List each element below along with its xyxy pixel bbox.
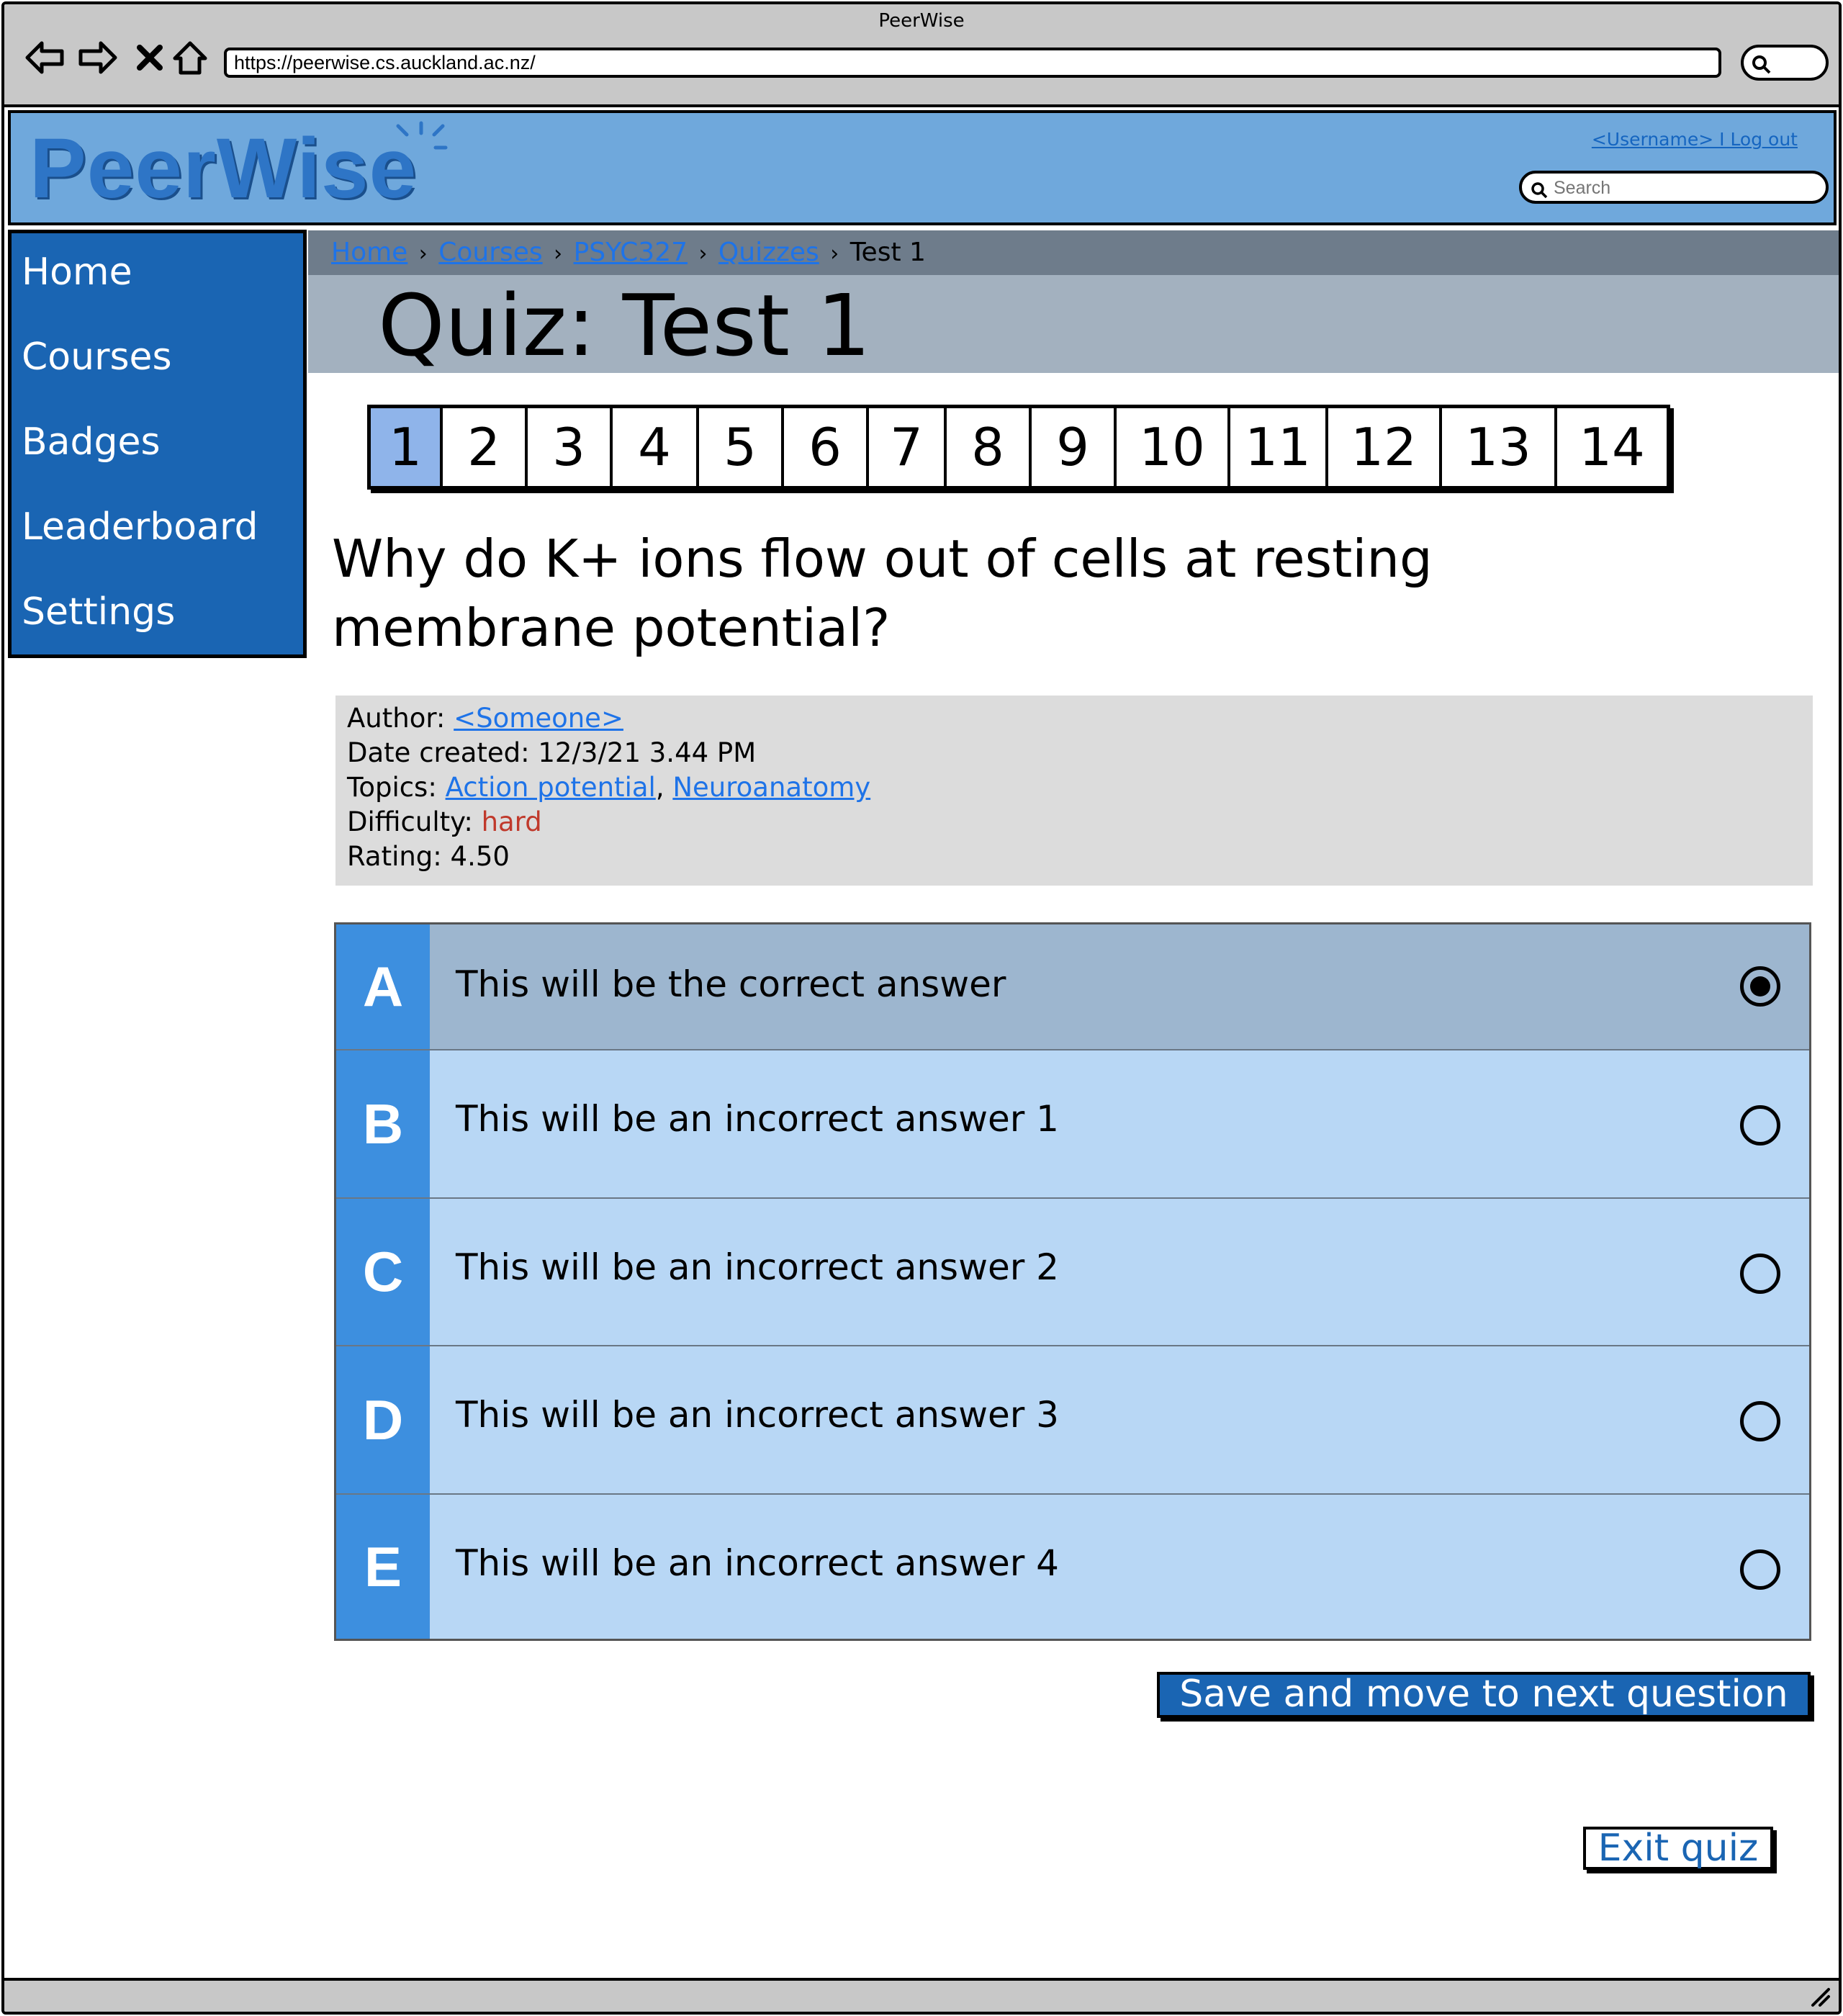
answer-option-b[interactable]: B This will be an incorrect answer 1 — [336, 1050, 1809, 1199]
answer-radio[interactable] — [1740, 1401, 1780, 1441]
browser-window: PeerWise https://peerwise.cs.auckland.ac… — [1, 1, 1842, 2015]
sidebar-item-courses[interactable]: Courses — [22, 336, 172, 379]
search-input[interactable] — [1552, 176, 1819, 199]
question-text: Why do K+ ions flow out of cells at rest… — [332, 528, 1433, 658]
breadcrumb-separator: › — [418, 241, 428, 266]
peerwise-logo[interactable]: PeerWise — [30, 126, 417, 211]
answer-text: This will be the correct answer — [456, 963, 1006, 1005]
page-title-bar: Quiz: Test 1 — [308, 275, 1839, 375]
question-number-13[interactable]: 13 — [1442, 408, 1557, 486]
answer-text: This will be an incorrect answer 4 — [456, 1542, 1059, 1584]
breadcrumb-separator: › — [830, 241, 839, 266]
answer-body[interactable]: This will be an incorrect answer 2 — [430, 1199, 1809, 1345]
logo-sparkle-icon — [396, 121, 448, 150]
answer-letter: B — [336, 1050, 430, 1197]
window-title: PeerWise — [878, 10, 965, 32]
answer-letter: D — [336, 1346, 430, 1493]
breadcrumb-courses[interactable]: Courses — [438, 238, 542, 267]
sidebar-item-badges[interactable]: Badges — [22, 420, 161, 464]
breadcrumb-course[interactable]: PSYC327 — [574, 238, 688, 267]
question-number-14[interactable]: 14 — [1557, 408, 1667, 486]
breadcrumb-current: Test 1 — [850, 238, 926, 267]
answer-body[interactable]: This will be an incorrect answer 1 — [430, 1050, 1809, 1197]
question-number-4[interactable]: 4 — [613, 408, 699, 486]
answer-text: This will be an incorrect answer 3 — [456, 1394, 1059, 1436]
meta-date-row: Date created: 12/3/21 3.44 PM — [347, 736, 1801, 770]
forward-arrow-icon[interactable] — [76, 36, 120, 79]
answer-option-d[interactable]: D This will be an incorrect answer 3 — [336, 1346, 1809, 1495]
answer-letter: A — [336, 924, 430, 1049]
topic-link-neuroanatomy[interactable]: Neuroanatomy — [672, 772, 870, 803]
difficulty-value: hard — [481, 806, 542, 837]
answer-radio-selected[interactable] — [1740, 966, 1780, 1007]
question-number-2[interactable]: 2 — [443, 408, 528, 486]
address-bar[interactable]: https://peerwise.cs.auckland.ac.nz/ — [224, 48, 1721, 78]
breadcrumb: Home › Courses › PSYC327 › Quizzes › Tes… — [308, 230, 1839, 275]
meta-topics-label: Topics: — [347, 772, 437, 803]
search-icon — [1531, 182, 1548, 199]
topics-separator: , — [655, 772, 664, 803]
question-number-3[interactable]: 3 — [528, 408, 613, 486]
question-metadata: Author: <Someone> Date created: 12/3/21 … — [335, 696, 1813, 886]
meta-rating-row: Rating: 4.50 — [347, 840, 1801, 874]
answer-option-e[interactable]: E This will be an incorrect answer 4 — [336, 1495, 1809, 1639]
meta-date-value: 12/3/21 3.44 PM — [538, 737, 757, 768]
search-icon — [1752, 55, 1771, 74]
sidebar-item-home[interactable]: Home — [22, 251, 132, 294]
sidebar-nav: Home Courses Badges Leaderboard Settings — [8, 230, 307, 658]
site-search-box[interactable] — [1519, 171, 1829, 204]
answer-radio[interactable] — [1740, 1254, 1780, 1294]
answer-radio[interactable] — [1740, 1549, 1780, 1590]
browser-chrome: PeerWise https://peerwise.cs.auckland.ac… — [4, 4, 1839, 107]
meta-author-row: Author: <Someone> — [347, 701, 1801, 736]
meta-author-label: Author: — [347, 703, 446, 734]
answer-text: This will be an incorrect answer 1 — [456, 1098, 1059, 1140]
meta-rating-label: Rating: — [347, 841, 442, 872]
username-logout-link[interactable]: <Username> I Log out — [1592, 129, 1798, 150]
question-number-11[interactable]: 11 — [1230, 408, 1328, 486]
browser-search-box[interactable] — [1741, 45, 1829, 81]
question-number-10[interactable]: 10 — [1117, 408, 1230, 486]
breadcrumb-home[interactable]: Home — [331, 238, 407, 267]
back-arrow-icon[interactable] — [23, 36, 66, 79]
answer-options: A This will be the correct answer B This… — [334, 922, 1811, 1641]
stop-x-icon[interactable] — [128, 36, 171, 79]
save-next-button[interactable]: Save and move to next question > — [1157, 1672, 1811, 1752]
answer-option-a[interactable]: A This will be the correct answer — [336, 924, 1809, 1050]
answer-option-c[interactable]: C This will be an incorrect answer 2 — [336, 1199, 1809, 1346]
exit-quiz-button[interactable]: Exit quiz — [1583, 1827, 1773, 1870]
answer-body[interactable]: This will be an incorrect answer 4 — [430, 1495, 1809, 1639]
answer-text: This will be an incorrect answer 2 — [456, 1246, 1059, 1288]
answer-radio[interactable] — [1740, 1105, 1780, 1146]
page-title: Quiz: Test 1 — [378, 276, 871, 375]
sidebar-item-settings[interactable]: Settings — [22, 590, 175, 634]
answer-body[interactable]: This will be an incorrect answer 3 — [430, 1346, 1809, 1493]
meta-date-label: Date created: — [347, 737, 530, 768]
breadcrumb-separator: › — [554, 241, 563, 266]
answer-letter: E — [336, 1495, 430, 1639]
question-number-12[interactable]: 12 — [1328, 408, 1442, 486]
sidebar-item-leaderboard[interactable]: Leaderboard — [22, 505, 258, 549]
question-number-nav: 1 2 3 4 5 6 7 8 9 10 11 12 13 14 — [367, 405, 1670, 490]
browser-status-bar — [4, 1978, 1839, 2012]
rating-value: 4.50 — [450, 841, 510, 872]
answer-letter: C — [336, 1199, 430, 1345]
breadcrumb-separator: › — [698, 241, 708, 266]
question-number-7[interactable]: 7 — [869, 408, 947, 486]
question-number-1[interactable]: 1 — [371, 408, 443, 486]
topic-link-action-potential[interactable]: Action potential — [446, 772, 656, 803]
question-number-6[interactable]: 6 — [784, 408, 869, 486]
question-number-5[interactable]: 5 — [699, 408, 784, 486]
author-link[interactable]: <Someone> — [454, 703, 623, 734]
site-header: PeerWise <Username> I Log out — [8, 110, 1837, 225]
home-icon[interactable] — [168, 36, 212, 79]
resize-grip-icon[interactable] — [1808, 1985, 1831, 2008]
meta-difficulty-row: Difficulty: hard — [347, 805, 1801, 840]
meta-topics-row: Topics: Action potential, Neuroanatomy — [347, 770, 1801, 805]
breadcrumb-quizzes[interactable]: Quizzes — [718, 238, 819, 267]
question-number-9[interactable]: 9 — [1032, 408, 1117, 486]
answer-body[interactable]: This will be the correct answer — [430, 924, 1809, 1049]
question-number-8[interactable]: 8 — [947, 408, 1032, 486]
meta-difficulty-label: Difficulty: — [347, 806, 473, 837]
